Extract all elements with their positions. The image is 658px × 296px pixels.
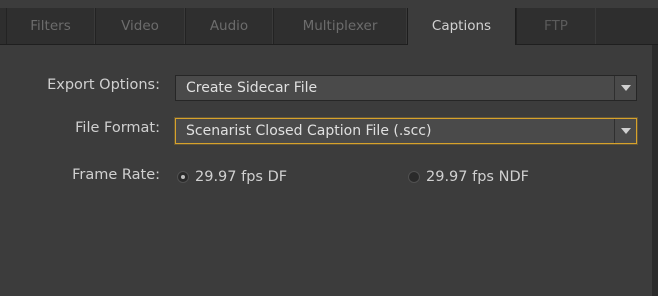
file-format-label: File Format: [75,120,160,136]
radio-selected-icon[interactable] [177,171,189,183]
captions-panel: Export Options: Create Sidecar File File… [0,45,652,296]
tab-filters[interactable]: Filters [6,8,95,44]
tab-video[interactable]: Video [95,8,185,44]
export-settings-window: Filters Video Audio Multiplexer Captions… [0,0,658,296]
frame-rate-df-label: 29.97 fps DF [195,169,288,185]
export-options-label: Export Options: [47,77,160,93]
frame-rate-label: Frame Rate: [72,167,160,183]
tab-multiplexer[interactable]: Multiplexer [273,8,407,44]
tab-audio[interactable]: Audio [185,8,273,44]
file-format-dropdown[interactable]: Scenarist Closed Caption File (.scc) [175,118,637,144]
tab-captions[interactable]: Captions [407,8,516,45]
export-options-dropdown[interactable]: Create Sidecar File [175,75,637,101]
chevron-down-icon[interactable] [614,119,636,143]
export-options-value: Create Sidecar File [186,80,318,96]
frame-rate-ndf-label: 29.97 fps NDF [426,169,529,185]
tab-bar: Filters Video Audio Multiplexer Captions… [0,8,658,45]
chevron-down-icon[interactable] [614,76,636,100]
radio-unselected-icon[interactable] [408,171,420,183]
file-format-value: Scenarist Closed Caption File (.scc) [186,123,432,139]
panel-scroll-edge[interactable] [652,45,658,296]
tab-ftp[interactable]: FTP [516,8,596,44]
